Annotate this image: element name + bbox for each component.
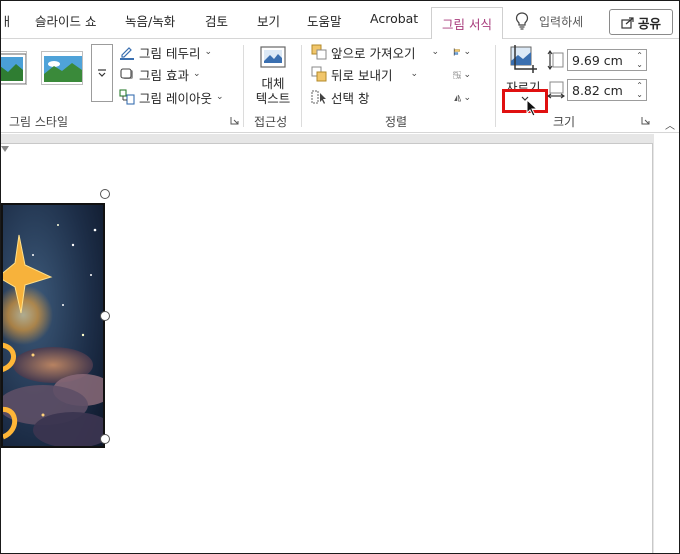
- share-label: 공유: [637, 15, 661, 31]
- ribbon-tab-bar: ㅐ 슬라이드 쇼 녹음/녹화 검토 보기 도움말 Acrobat 그림 서식 입…: [1, 1, 679, 40]
- picture-style-thumbnail[interactable]: [41, 51, 83, 85]
- tab-review[interactable]: 검토: [205, 11, 228, 33]
- group-separator: [301, 45, 302, 127]
- dialog-launcher-icon[interactable]: [230, 116, 239, 125]
- bring-forward-button[interactable]: 앞으로 가져오기 ⌄: [311, 41, 439, 63]
- lightbulb-icon: [515, 12, 529, 30]
- width-icon: [547, 81, 565, 99]
- alt-text-button[interactable]: 대체 텍스트: [251, 43, 295, 111]
- crop-dropdown-button[interactable]: [502, 89, 548, 113]
- alt-text-label-1: 대체: [261, 76, 285, 91]
- rotate-button[interactable]: ⌄: [453, 89, 471, 107]
- tab-record[interactable]: 녹음/녹화: [125, 11, 175, 33]
- selected-picture[interactable]: [1, 203, 105, 448]
- shape-width-row: 8.82 cm ⌃ ⌄: [547, 79, 647, 101]
- height-spinner[interactable]: ⌃ ⌄: [636, 51, 643, 69]
- rotation-marker-icon: [1, 146, 9, 152]
- tell-me-search[interactable]: 입력하세: [515, 9, 583, 33]
- group-label-arrange: 정렬: [385, 115, 408, 129]
- group-label-picture-styles: 그림 스타일: [9, 115, 69, 129]
- mouse-cursor-icon: [526, 99, 539, 117]
- pen-border-icon: [120, 47, 134, 60]
- shape-width-input[interactable]: 8.82 cm ⌃ ⌄: [567, 79, 647, 101]
- picture-style-thumbnail[interactable]: [1, 51, 27, 85]
- picture-layout-button[interactable]: 그림 레이아웃 ⌄: [119, 86, 224, 108]
- bring-forward-icon: [311, 44, 327, 60]
- crop-icon[interactable]: [509, 45, 539, 73]
- tab-picture-format[interactable]: 그림 서식: [431, 7, 503, 40]
- shape-height-row: 9.69 cm ⌃ ⌄: [547, 49, 647, 71]
- share-icon: [621, 16, 634, 29]
- effects-icon: [120, 68, 133, 79]
- picture-effects-button[interactable]: 그림 효과 ⌄: [119, 63, 201, 85]
- vertical-scrollbar[interactable]: [654, 134, 679, 553]
- send-backward-icon: [311, 66, 327, 82]
- tab-slideshow[interactable]: 슬라이드 쇼: [35, 11, 96, 33]
- tab-partial[interactable]: ㅐ: [1, 11, 13, 33]
- gallery-more-button[interactable]: [91, 44, 113, 102]
- slide-canvas[interactable]: [1, 143, 653, 553]
- tab-view[interactable]: 보기: [257, 11, 280, 33]
- height-icon: [547, 50, 564, 70]
- selection-pane-button[interactable]: 선택 창: [311, 86, 369, 108]
- align-button[interactable]: ⌄: [453, 43, 471, 61]
- selection-pane-icon: [311, 90, 326, 104]
- alt-text-icon: [260, 46, 286, 68]
- tab-help[interactable]: 도움말: [307, 11, 342, 33]
- fantasy-night-sky-image: [3, 205, 103, 446]
- picture-border-button[interactable]: 그림 테두리 ⌄: [119, 41, 212, 63]
- collapse-ribbon-icon[interactable]: ︿: [665, 117, 675, 132]
- group-label-accessibility: 접근성: [254, 115, 288, 129]
- align-icon: [453, 48, 460, 56]
- group-label-size: 크기: [553, 115, 576, 129]
- powerpoint-window: ㅐ 슬라이드 쇼 녹음/녹화 검토 보기 도움말 Acrobat 그림 서식 입…: [0, 0, 680, 554]
- resize-handle[interactable]: [100, 189, 110, 199]
- rotate-icon: [454, 94, 462, 102]
- chevron-down-icon: [98, 69, 106, 77]
- layout-icon: [119, 89, 135, 105]
- group-objects-button[interactable]: ⌄: [453, 66, 471, 84]
- dialog-launcher-icon[interactable]: [641, 116, 650, 125]
- send-backward-button[interactable]: 뒤로 보내기 ⌄: [311, 63, 418, 85]
- resize-handle[interactable]: [100, 434, 110, 444]
- share-button[interactable]: 공유: [609, 9, 673, 35]
- picture-format-ribbon: 그림 테두리 ⌄ 그림 효과 ⌄ 그림 레이아웃 ⌄ 그림 스타일 대체 텍스트…: [1, 39, 679, 133]
- resize-handle[interactable]: [100, 311, 110, 321]
- group-separator: [495, 45, 496, 127]
- tell-me-placeholder: 입력하세: [539, 14, 584, 29]
- group-separator: [243, 45, 244, 127]
- group-icon: [453, 71, 462, 79]
- tab-acrobat[interactable]: Acrobat: [370, 11, 418, 33]
- slide-editing-area: [1, 134, 679, 553]
- alt-text-label-2: 텍스트: [255, 91, 291, 106]
- width-spinner[interactable]: ⌃ ⌄: [636, 81, 643, 99]
- shape-height-input[interactable]: 9.69 cm ⌃ ⌄: [567, 49, 647, 71]
